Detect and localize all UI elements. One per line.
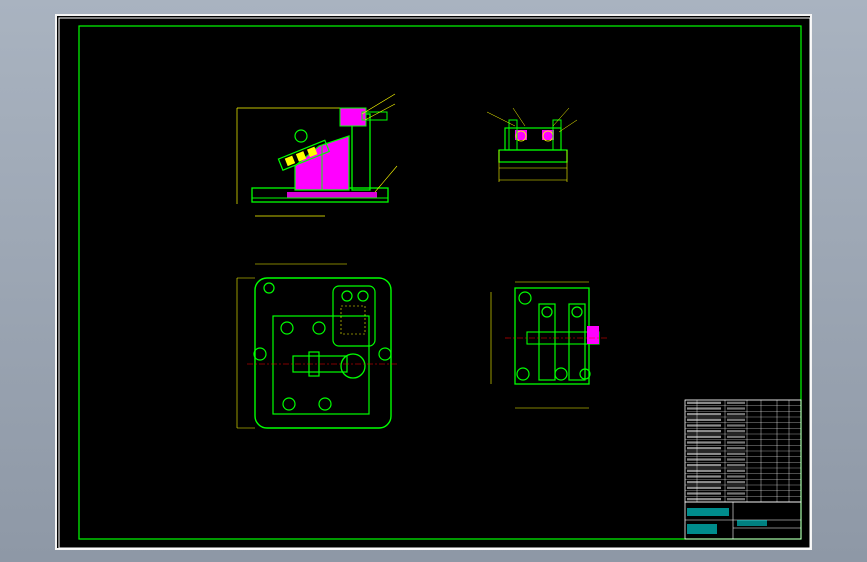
parts-list-cell-text <box>727 418 745 421</box>
side-view-leader-b <box>512 107 526 127</box>
base-view-rail-right <box>568 303 586 381</box>
top-view-hole-e <box>341 290 353 302</box>
parts-list-cell-text <box>727 413 745 416</box>
base-view-hole-3 <box>554 367 568 381</box>
parts-list-cell-text <box>687 486 721 489</box>
parts-list-cell-text <box>687 441 721 444</box>
front-view-base-section <box>287 192 377 198</box>
top-view-hole-c <box>282 397 296 411</box>
parts-list-cell-text <box>727 475 745 478</box>
side-view-base <box>498 149 568 163</box>
parts-list <box>684 399 802 503</box>
top-view <box>236 263 397 429</box>
parts-list-cell-text <box>727 498 745 501</box>
parts-list-cell-text <box>727 452 745 455</box>
parts-list-cell-text <box>727 430 745 433</box>
title-block-company-field <box>737 520 767 526</box>
parts-list-cell-text <box>687 469 721 472</box>
parts-list-cell-text <box>727 464 745 467</box>
parts-list-cell-text <box>727 469 745 472</box>
parts-list-cell-text <box>727 441 745 444</box>
parts-list-cell-text <box>687 418 721 421</box>
top-view-hole-f <box>357 290 369 302</box>
top-view-clamp-hatch <box>340 305 366 335</box>
parts-list-cell-text <box>727 447 745 450</box>
parts-list-cell-text <box>687 481 721 484</box>
parts-list-cell-text <box>687 458 721 461</box>
parts-list-cell-text <box>687 424 721 427</box>
parts-list-cell-text <box>727 481 745 484</box>
parts-list-cell-text <box>687 430 721 433</box>
title-block <box>684 501 802 540</box>
parts-list-cell-text <box>687 413 721 416</box>
cad-viewport[interactable] <box>55 14 812 550</box>
parts-list-cell-text <box>687 447 721 450</box>
side-view-leader-d <box>558 119 578 133</box>
parts-list-cell-text <box>727 458 745 461</box>
parts-list-cell-text <box>727 407 745 410</box>
side-view <box>486 107 578 182</box>
drawing-border-inner <box>78 25 802 540</box>
parts-list-cell-text <box>727 424 745 427</box>
top-view-locator <box>340 353 366 379</box>
base-view-hole-5 <box>541 306 553 318</box>
parts-list-cell-text <box>687 407 721 410</box>
front-view <box>236 93 398 217</box>
title-block-sign-field <box>687 524 717 534</box>
top-view-hole-left <box>253 347 267 361</box>
parts-list-cell-text <box>727 486 745 489</box>
parts-list-cell-text <box>687 452 721 455</box>
top-view-outer-plate <box>254 277 392 429</box>
parts-list-cell-text <box>687 464 721 467</box>
parts-list-cell-text <box>687 498 721 501</box>
base-view-plate <box>514 287 590 385</box>
parts-list-cell-text <box>687 492 721 495</box>
base-view-handle <box>587 326 599 344</box>
front-view-pin <box>294 129 308 143</box>
parts-list-cell-text <box>687 475 721 478</box>
base-view-hole-1 <box>518 291 532 305</box>
parts-list-cell-text <box>687 435 721 438</box>
parts-list-cell-text <box>727 435 745 438</box>
assembly-drawing <box>58 17 811 549</box>
front-view-leader-1 <box>361 93 396 115</box>
drawing-border-outer <box>58 17 811 549</box>
parts-list-cell-text <box>687 401 721 404</box>
top-view-hole-a <box>280 321 294 335</box>
base-view-hole-6 <box>571 306 583 318</box>
parts-list-cell-text <box>727 401 745 404</box>
top-view-hole-right <box>378 347 392 361</box>
top-view-hole-tl <box>263 282 275 294</box>
side-view-leader-a <box>486 111 516 127</box>
base-view-hole-2 <box>516 367 530 381</box>
top-view-hole-d <box>318 397 332 411</box>
base-view-rail-left <box>538 303 556 381</box>
parts-list-cell-text <box>727 492 745 495</box>
top-view-hole-b <box>312 321 326 335</box>
base-view <box>490 281 609 409</box>
title-block-name-field <box>687 508 729 516</box>
